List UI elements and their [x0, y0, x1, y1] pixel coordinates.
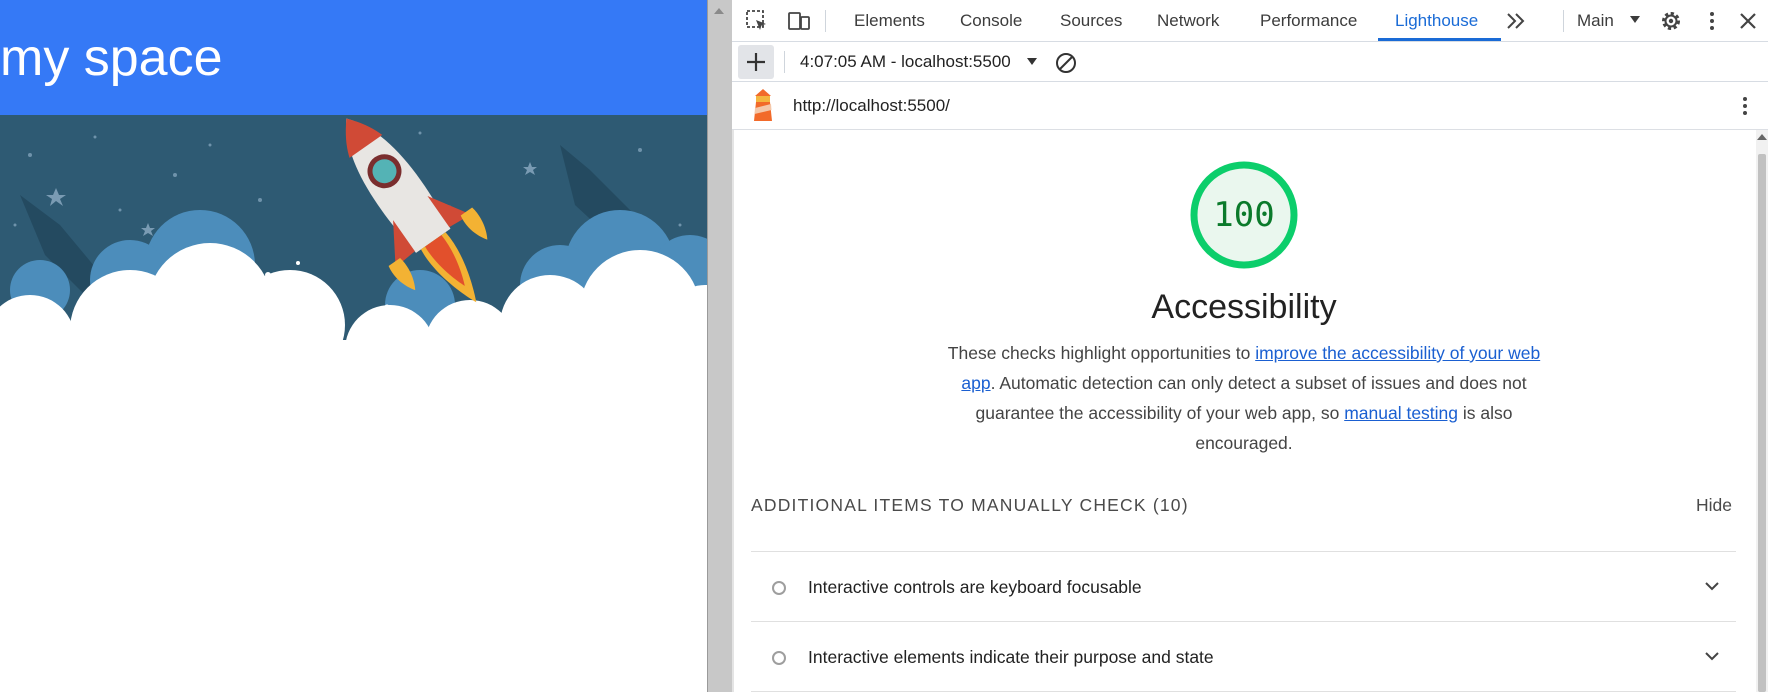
device-toolbar-icon[interactable]	[787, 9, 811, 33]
audit-title: Interactive elements indicate their purp…	[808, 647, 1214, 667]
page-header: my space	[0, 0, 707, 115]
settings-gear-icon[interactable]	[1659, 9, 1683, 33]
page-scrollbar[interactable]	[707, 0, 732, 692]
category-description: These checks highlight opportunities to …	[944, 338, 1544, 458]
audit-title: Interactive controls are keyboard focusa…	[808, 577, 1142, 597]
tab-network[interactable]: Network	[1157, 0, 1219, 42]
close-icon[interactable]	[1736, 9, 1760, 33]
tab-lighthouse[interactable]: Lighthouse	[1395, 0, 1478, 42]
tab-sources[interactable]: Sources	[1060, 0, 1122, 42]
lighthouse-report-bar: 4:07:05 AM - localhost:5500	[732, 42, 1768, 82]
lighthouse-icon	[754, 89, 772, 121]
toolbar-separator	[1563, 10, 1564, 32]
devtools-toolbar: Elements Console Sources Network Perform…	[732, 0, 1768, 42]
manual-checks-title: ADDITIONAL ITEMS TO MANUALLY CHECK	[751, 495, 1147, 515]
toolbar-separator	[825, 10, 826, 32]
active-tab-indicator	[1378, 38, 1501, 41]
report-gutter	[732, 130, 734, 692]
category-title: Accessibility	[1151, 288, 1337, 326]
page-viewport: my space	[0, 0, 707, 692]
inspect-element-icon[interactable]	[745, 9, 769, 33]
report-url-bar: http://localhost:5500/	[732, 82, 1768, 130]
report-scrollbar[interactable]	[1756, 130, 1768, 692]
chevron-down-icon[interactable]	[1704, 578, 1720, 594]
manual-checks-count: (10)	[1152, 495, 1189, 515]
page-title: my space	[0, 29, 223, 87]
rocket-hero-image	[0, 115, 707, 375]
manual-checks-heading: ADDITIONAL ITEMS TO MANUALLY CHECK (10)	[751, 495, 1189, 516]
new-report-button[interactable]	[738, 45, 774, 79]
scrollbar-thumb[interactable]	[1758, 154, 1766, 692]
audit-item[interactable]: Interactive elements indicate their purp…	[751, 621, 1736, 691]
report-menu-icon[interactable]	[1733, 94, 1757, 118]
lighthouse-report: 100 Accessibility These checks highlight…	[732, 130, 1768, 692]
toolbar-separator	[784, 51, 785, 73]
description-text: These checks highlight opportunities to	[947, 343, 1256, 363]
tab-performance[interactable]: Performance	[1260, 0, 1357, 42]
clear-icon[interactable]	[1054, 51, 1078, 75]
hide-manual-checks-button[interactable]: Hide	[1696, 495, 1732, 516]
manual-audit-icon	[772, 581, 786, 595]
devtools-panel: Elements Console Sources Network Perform…	[732, 0, 1768, 692]
context-selector[interactable]: Main	[1577, 0, 1614, 42]
manual-audit-icon	[772, 651, 786, 665]
report-dropdown-icon[interactable]	[1027, 58, 1037, 65]
manual-testing-link[interactable]: manual testing	[1344, 403, 1458, 423]
scroll-up-arrow-icon[interactable]	[1757, 134, 1767, 140]
score-value: 100	[1213, 195, 1275, 235]
context-dropdown-icon[interactable]	[1630, 16, 1640, 23]
tab-elements[interactable]: Elements	[854, 0, 925, 42]
report-url[interactable]: http://localhost:5500/	[793, 82, 950, 130]
scroll-up-arrow-icon[interactable]	[714, 8, 724, 14]
more-tabs-icon[interactable]	[1504, 9, 1528, 33]
audit-item[interactable]: Interactive controls are keyboard focusa…	[751, 551, 1736, 621]
chevron-down-icon[interactable]	[1704, 648, 1720, 664]
add-icon	[747, 53, 765, 71]
report-selector[interactable]: 4:07:05 AM - localhost:5500	[800, 42, 1011, 82]
tab-console[interactable]: Console	[960, 0, 1022, 42]
kebab-menu-icon[interactable]	[1700, 9, 1724, 33]
